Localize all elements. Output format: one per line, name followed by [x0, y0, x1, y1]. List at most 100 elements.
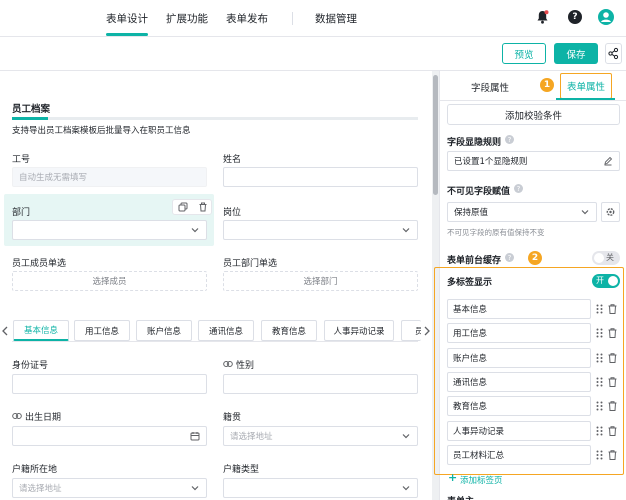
gender-input[interactable]	[223, 374, 418, 394]
tab-clipped[interactable]: 员	[401, 320, 421, 341]
multitab-item-input[interactable]: 用工信息	[447, 323, 591, 344]
invisible-assign-hint: 不可见字段的原有值保持不变	[447, 228, 545, 237]
edit-icon[interactable]	[603, 156, 613, 166]
post-label: 岗位	[223, 208, 242, 218]
help-icon[interactable]: ?	[514, 184, 523, 193]
toggle-knob	[608, 276, 618, 286]
share-button[interactable]	[605, 43, 622, 64]
chevron-down-icon	[581, 210, 589, 215]
native-placeholder: 请选择地址	[230, 432, 273, 442]
tab-form-properties[interactable]: 表单属性	[560, 73, 612, 99]
drag-handle-icon[interactable]	[596, 353, 603, 363]
preview-button[interactable]: 预览	[502, 43, 546, 64]
tab-contact-info[interactable]: 通讯信息	[198, 320, 254, 341]
nav-tab-form-design[interactable]: 表单设计	[106, 11, 148, 26]
gender-label: 性别	[236, 361, 255, 371]
help-icon[interactable]: ?	[505, 253, 514, 262]
calendar-icon	[190, 432, 200, 441]
copy-icon[interactable]	[178, 202, 188, 212]
title-progress-track	[12, 117, 418, 120]
tabs-scroll-right-icon[interactable]	[423, 325, 431, 337]
select-member-button[interactable]: 选择成员	[12, 271, 207, 291]
multitab-toggle[interactable]: 开	[592, 274, 620, 288]
multitab-item-input[interactable]: 教育信息	[447, 396, 591, 417]
multitab-item-input[interactable]: 账户信息	[447, 347, 591, 368]
panel-active-tab-indicator	[556, 98, 615, 100]
chevron-down-icon	[402, 228, 410, 233]
property-panel: 字段属性 1 表单属性 添加校验条件 字段显隐规则 ? 已设置1个显隐规则 不可…	[434, 71, 626, 500]
panel-tabs-baseline	[440, 100, 626, 101]
active-tab-indicator	[106, 33, 148, 36]
hukou-location-select[interactable]: 请选择地址	[12, 478, 207, 498]
name-label: 姓名	[223, 155, 242, 165]
drag-handle-icon[interactable]	[596, 304, 603, 314]
delete-icon[interactable]	[608, 377, 617, 387]
tab-employment-info[interactable]: 用工信息	[74, 320, 130, 341]
drag-handle-icon[interactable]	[596, 328, 603, 338]
emp-no-input: 自动生成无需填写	[12, 167, 207, 187]
chevron-down-icon	[191, 228, 199, 233]
drag-handle-icon[interactable]	[596, 401, 603, 411]
id-no-input[interactable]	[12, 374, 207, 394]
drag-handle-icon[interactable]	[596, 377, 603, 387]
field-actions	[172, 199, 212, 215]
multitab-label: 多标签显示	[447, 278, 493, 288]
multitab-item-input[interactable]: 员工材料汇总	[447, 444, 591, 465]
delete-icon[interactable]	[608, 425, 617, 436]
form-title: 员工档案	[12, 104, 51, 115]
link-icon	[223, 361, 233, 367]
drag-handle-icon[interactable]	[596, 450, 603, 460]
help-icon[interactable]: ?	[505, 135, 514, 144]
help-icon[interactable]: ?	[568, 10, 582, 24]
annotation-badge-2: 2	[528, 251, 542, 265]
link-icon	[12, 413, 22, 419]
drag-handle-icon[interactable]	[596, 426, 603, 436]
multitab-item-input[interactable]: 通讯信息	[447, 371, 591, 392]
hukou-location-placeholder: 请选择地址	[19, 484, 62, 494]
delete-icon[interactable]	[198, 202, 208, 212]
birth-date-input[interactable]	[12, 426, 207, 446]
invisible-assign-select[interactable]: 保持原值	[447, 202, 597, 222]
native-select[interactable]: 请选择地址	[223, 426, 418, 446]
native-label: 籍贯	[223, 413, 242, 423]
nav-tab-form-publish[interactable]: 表单发布	[226, 11, 268, 26]
tab-personnel-changes[interactable]: 人事异动记录	[324, 320, 394, 341]
delete-icon[interactable]	[608, 328, 617, 339]
add-validation-button[interactable]: 添加校验条件	[447, 104, 620, 125]
nav-tab-data-management[interactable]: 数据管理	[315, 11, 357, 26]
select-dept-button[interactable]: 选择部门	[223, 271, 418, 291]
bell-icon[interactable]	[536, 10, 549, 24]
plus-icon[interactable]: +	[448, 471, 457, 484]
tab-field-properties[interactable]: 字段属性	[471, 80, 509, 94]
delete-icon[interactable]	[608, 401, 617, 412]
tab-account-info[interactable]: 账户信息	[136, 320, 192, 341]
tab-education-info[interactable]: 教育信息	[261, 320, 317, 341]
delete-icon[interactable]	[608, 352, 617, 363]
avatar[interactable]	[598, 9, 614, 25]
visibility-rules-input[interactable]: 已设置1个显隐规则	[447, 151, 620, 171]
save-button[interactable]: 保存	[554, 43, 598, 64]
dept-select[interactable]	[12, 220, 207, 240]
multitab-item-input[interactable]: 基本信息	[447, 299, 591, 319]
add-tab-link[interactable]: 添加标签页	[460, 474, 503, 486]
delete-icon[interactable]	[608, 304, 617, 314]
cache-label: 表单前台缓存	[447, 256, 502, 266]
tabs-scroll-left-icon[interactable]	[1, 325, 9, 337]
cache-toggle[interactable]: 关	[592, 251, 620, 265]
name-input[interactable]	[223, 167, 418, 187]
tab-basic-info[interactable]: 基本信息	[13, 320, 69, 341]
invisible-settings-button[interactable]	[601, 202, 620, 222]
delete-icon[interactable]	[608, 449, 617, 460]
nav-divider	[292, 12, 293, 25]
canvas-scrollbar-thumb[interactable]	[433, 75, 438, 195]
title-progress-fill	[12, 117, 48, 120]
annotation-badge-1: 1	[540, 78, 554, 92]
multitab-item-input[interactable]: 人事异动记录	[447, 420, 591, 441]
post-select[interactable]	[223, 220, 418, 240]
nav-tab-extensions[interactable]: 扩展功能	[166, 11, 208, 26]
visibility-rules-label: 字段显隐规则	[447, 138, 502, 148]
clipped-section-label: 表单主	[447, 494, 474, 500]
hukou-type-select[interactable]	[223, 478, 418, 498]
id-no-label: 身份证号	[12, 361, 49, 371]
form-subtitle: 支持导出员工档案模板后批量导入在职员工信息	[12, 126, 191, 136]
